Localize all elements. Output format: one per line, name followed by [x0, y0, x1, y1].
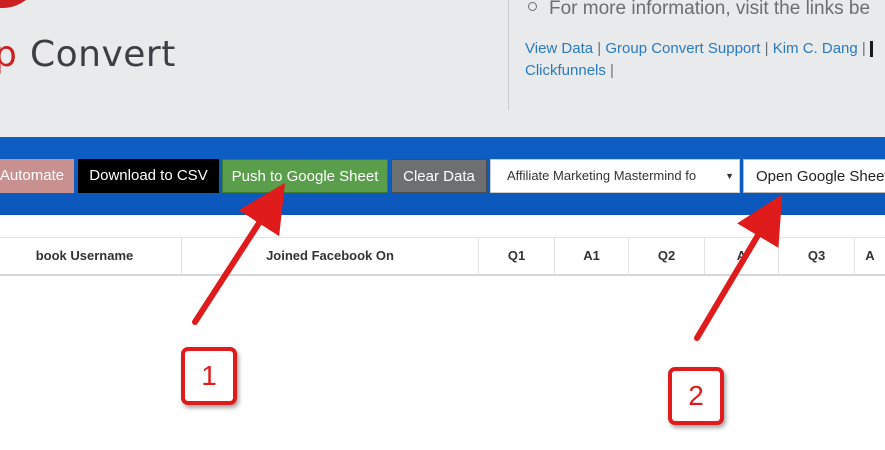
annotation-arrows	[192, 182, 783, 341]
callout-2: 2	[668, 367, 724, 425]
arrow-1-icon	[192, 182, 286, 325]
arrow-2-icon	[694, 194, 783, 341]
callout-1: 1	[181, 347, 237, 405]
